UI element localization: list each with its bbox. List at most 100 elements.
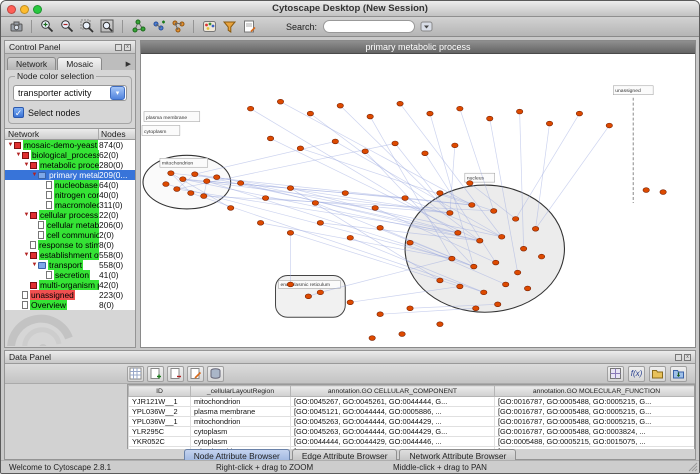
- network-node[interactable]: [297, 146, 303, 151]
- column-header[interactable]: annotation.GO CELLULAR_COMPONENT: [291, 386, 495, 397]
- network-edge[interactable]: [195, 141, 335, 174]
- network-node[interactable]: [399, 332, 405, 337]
- tree-row[interactable]: cell communica...2(0): [5, 230, 135, 240]
- network-node[interactable]: [546, 121, 552, 126]
- network-node[interactable]: [180, 177, 186, 182]
- table-row[interactable]: YKR052Ccytoplasm[GO:0044444, GO:0044429,…: [129, 437, 696, 447]
- column-header[interactable]: annotation.GO MOLECULAR_FUNCTION: [495, 386, 696, 397]
- tree-column-nodes[interactable]: Nodes: [99, 129, 135, 139]
- network-node[interactable]: [471, 264, 477, 269]
- network-node[interactable]: [287, 186, 293, 191]
- select-attributes-icon[interactable]: [127, 366, 144, 382]
- network-node[interactable]: [524, 286, 530, 291]
- table-row[interactable]: YLR295Ccytoplasm[GO:0045263, GO:0044444,…: [129, 427, 696, 437]
- tree-row[interactable]: unassigned223(0): [5, 290, 135, 300]
- matrix-icon[interactable]: [607, 366, 624, 382]
- cell[interactable]: [GO:0016787, GO:0005488, GO:0005215, G..…: [495, 407, 696, 417]
- zoom-in-icon[interactable]: [38, 18, 56, 35]
- network-node[interactable]: [369, 336, 375, 341]
- tab-scroll-right-icon[interactable]: ▶: [126, 60, 133, 70]
- network-node[interactable]: [214, 175, 220, 180]
- network-node[interactable]: [516, 109, 522, 114]
- resize-grip[interactable]: [687, 461, 698, 472]
- network-node[interactable]: [188, 191, 194, 196]
- network-node[interactable]: [452, 143, 458, 148]
- network-node[interactable]: [377, 225, 383, 230]
- network-node[interactable]: [317, 220, 323, 225]
- annotation-icon[interactable]: [240, 18, 258, 35]
- network-node[interactable]: [477, 238, 483, 243]
- expand-network-icon[interactable]: [169, 18, 187, 35]
- network-edge[interactable]: [380, 308, 476, 314]
- camera-icon[interactable]: [7, 18, 25, 35]
- network-node[interactable]: [407, 306, 413, 311]
- tree-row[interactable]: response to stimul...8(0): [5, 240, 135, 250]
- network-node[interactable]: [491, 209, 497, 214]
- float-icon[interactable]: [675, 354, 682, 361]
- node-color-dropdown[interactable]: transporter activity ▾: [13, 85, 127, 101]
- zoom-out-icon[interactable]: [58, 18, 76, 35]
- network-node[interactable]: [437, 191, 443, 196]
- zoom-window-button[interactable]: [33, 5, 42, 14]
- network-node[interactable]: [447, 211, 453, 216]
- select-nodes-checkbox[interactable]: ✓: [13, 107, 24, 118]
- network-node[interactable]: [402, 196, 408, 201]
- network-edge[interactable]: [280, 102, 471, 205]
- close-window-button[interactable]: [7, 5, 16, 14]
- tree-row[interactable]: macromolecule...311(0): [5, 200, 135, 210]
- network-node[interactable]: [660, 190, 666, 195]
- tree-row[interactable]: ▼establishment of lo...558(0): [5, 250, 135, 260]
- network-node[interactable]: [277, 99, 283, 104]
- cell[interactable]: [GO:0045263, GO:0044444, GO:0044429, ...: [291, 417, 495, 427]
- network-edge[interactable]: [536, 126, 610, 229]
- network-icon[interactable]: [129, 18, 147, 35]
- new-attribute-icon[interactable]: [147, 366, 164, 382]
- table-row[interactable]: YPL036W__2plasma membrane[GO:0045121, GO…: [129, 407, 696, 417]
- cell[interactable]: [GO:0044444, GO:0044429, GO:0044446, ...: [291, 437, 495, 447]
- network-node[interactable]: [457, 284, 463, 289]
- column-header[interactable]: _cellularLayoutRegion: [191, 386, 291, 397]
- tree-row[interactable]: secretion41(0): [5, 270, 135, 280]
- expander-icon[interactable]: ▼: [15, 152, 22, 158]
- tree-column-network[interactable]: Network: [5, 129, 99, 139]
- add-nodes-icon[interactable]: [149, 18, 167, 35]
- tab-network[interactable]: Network: [7, 57, 56, 70]
- expander-icon[interactable]: ▼: [31, 262, 38, 268]
- delete-attribute-icon[interactable]: [167, 366, 184, 382]
- network-node[interactable]: [449, 256, 455, 261]
- column-header[interactable]: ID: [129, 386, 191, 397]
- tree-row[interactable]: ▼biological_process62(0): [5, 150, 135, 160]
- zoom-selected-icon[interactable]: [78, 18, 96, 35]
- network-node[interactable]: [457, 106, 463, 111]
- network-node[interactable]: [407, 240, 413, 245]
- search-options-icon[interactable]: [417, 18, 435, 35]
- expander-icon[interactable]: ▼: [31, 172, 38, 178]
- tree-row[interactable]: ▼metabolic process280(0): [5, 160, 135, 170]
- network-node[interactable]: [163, 182, 169, 187]
- filter-icon[interactable]: [220, 18, 238, 35]
- network-node[interactable]: [437, 278, 443, 283]
- cell[interactable]: [GO:0016787, GO:0005488, GO:0005215, G..…: [495, 397, 696, 407]
- network-node[interactable]: [377, 312, 383, 317]
- zoom-fit-icon[interactable]: [98, 18, 116, 35]
- minimize-window-button[interactable]: [20, 5, 29, 14]
- cell[interactable]: [GO:0016787, GO:0005488, GO:0005215, G..…: [495, 417, 696, 427]
- network-node[interactable]: [312, 201, 318, 206]
- network-node[interactable]: [237, 181, 243, 186]
- search-input[interactable]: [323, 20, 415, 33]
- network-node[interactable]: [168, 171, 174, 176]
- table-row[interactable]: YPL036W__1mitochondrion[GO:0045263, GO:0…: [129, 417, 696, 427]
- network-node[interactable]: [257, 220, 263, 225]
- network-node[interactable]: [397, 101, 403, 106]
- cell[interactable]: plasma membrane: [191, 407, 291, 417]
- network-node[interactable]: [262, 196, 268, 201]
- network-node[interactable]: [305, 294, 311, 299]
- expander-icon[interactable]: ▼: [23, 162, 30, 168]
- network-node[interactable]: [427, 111, 433, 116]
- expander-icon[interactable]: ▼: [23, 212, 30, 218]
- table-row[interactable]: YJR121W__1mitochondrion[GO:0045267, GO:0…: [129, 397, 696, 407]
- network-node[interactable]: [473, 306, 479, 311]
- network-node[interactable]: [576, 111, 582, 116]
- cell[interactable]: cytoplasm: [191, 437, 291, 447]
- network-node[interactable]: [372, 206, 378, 211]
